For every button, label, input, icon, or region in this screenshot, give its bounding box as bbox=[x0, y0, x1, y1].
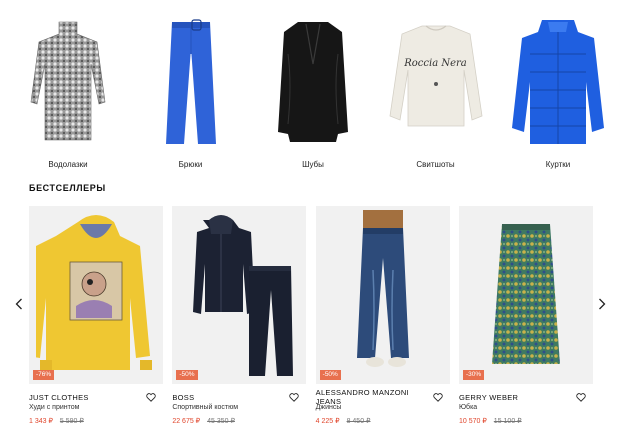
category-turtlenecks[interactable]: Водолазки bbox=[18, 14, 118, 174]
category-fur-coats[interactable]: Шубы bbox=[263, 14, 363, 174]
product-card[interactable]: -50% ALESSANDRO MANZONI JEANS Джинсы 4 2… bbox=[315, 206, 450, 425]
product-image: -50% bbox=[172, 206, 307, 384]
product-price: 10 570 ₽ bbox=[458, 418, 487, 425]
discount-badge: -50% bbox=[319, 369, 341, 380]
heart-icon bbox=[289, 392, 300, 402]
product-price: 1 343 ₽ bbox=[29, 418, 53, 425]
product-price: 4 225 ₽ bbox=[315, 418, 340, 425]
carousel-next-button[interactable] bbox=[594, 294, 610, 314]
trousers-image bbox=[141, 14, 241, 150]
favorite-button[interactable] bbox=[145, 391, 157, 403]
fur-coat-image bbox=[263, 14, 363, 150]
favorite-button[interactable] bbox=[432, 391, 444, 403]
category-label: Водолазки bbox=[48, 160, 88, 169]
chevron-right-icon bbox=[599, 298, 606, 310]
product-image: -30% bbox=[458, 206, 593, 384]
category-label: Брюки bbox=[178, 160, 203, 169]
discount-badge: -50% bbox=[176, 369, 198, 380]
section-title: БЕСТСЕЛЛЕРЫ bbox=[29, 183, 106, 193]
discount-badge: -76% bbox=[33, 369, 55, 380]
product-card[interactable]: -50% BOSS Спортивный костюм 22 675 ₽ 45 … bbox=[172, 206, 307, 425]
sweatshirt-print-text: Roccia Nera bbox=[404, 58, 467, 69]
product-old-price: 15 100 ₽ bbox=[493, 418, 522, 425]
category-jackets[interactable]: Куртки bbox=[508, 14, 608, 174]
carousel-prev-button[interactable] bbox=[11, 294, 27, 314]
category-label: Куртки bbox=[545, 160, 571, 169]
heart-icon bbox=[146, 392, 156, 402]
puffer-jacket-image bbox=[508, 14, 608, 150]
product-old-price: 45 350 ₽ bbox=[207, 418, 235, 425]
category-label: Свитшоты bbox=[416, 160, 455, 169]
product-brand: GERRY WEBER bbox=[458, 392, 519, 402]
product-card[interactable]: -76% JUST CLOTHES Худи с принтом 1 343 ₽… bbox=[29, 206, 163, 425]
sweatshirt-image: Roccia Nera bbox=[386, 14, 486, 150]
category-row: Водолазки Брюки Шубы Roccia Nera Свитшот… bbox=[18, 14, 608, 174]
discount-badge: -30% bbox=[462, 369, 485, 380]
product-price: 22 675 ₽ bbox=[172, 418, 201, 425]
product-brand: JUST CLOTHES bbox=[29, 392, 89, 402]
favorite-button[interactable] bbox=[288, 391, 300, 403]
favorite-button[interactable] bbox=[575, 391, 587, 403]
product-card[interactable]: -30% GERRY WEBER Юбка 10 570 ₽ 15 100 ₽ bbox=[458, 206, 593, 425]
product-image: -76% bbox=[29, 206, 163, 384]
product-old-price: 5 590 ₽ bbox=[59, 418, 84, 425]
product-name: Худи с принтом bbox=[29, 404, 80, 411]
product-image: -50% bbox=[315, 206, 450, 384]
product-name: Юбка bbox=[458, 404, 478, 411]
product-brand: BOSS bbox=[172, 392, 195, 402]
chevron-left-icon bbox=[15, 298, 22, 310]
product-old-price: 8 450 ₽ bbox=[346, 418, 371, 425]
heart-icon bbox=[576, 392, 586, 402]
category-trousers[interactable]: Брюки bbox=[141, 14, 241, 174]
category-sweatshirts[interactable]: Roccia Nera Свитшоты bbox=[386, 14, 486, 174]
product-name: Спортивный костюм bbox=[172, 404, 239, 411]
product-carousel: -76% JUST CLOTHES Худи с принтом 1 343 ₽… bbox=[29, 206, 593, 425]
turtleneck-image bbox=[18, 14, 118, 150]
category-label: Шубы bbox=[302, 160, 324, 169]
heart-icon bbox=[433, 392, 443, 402]
